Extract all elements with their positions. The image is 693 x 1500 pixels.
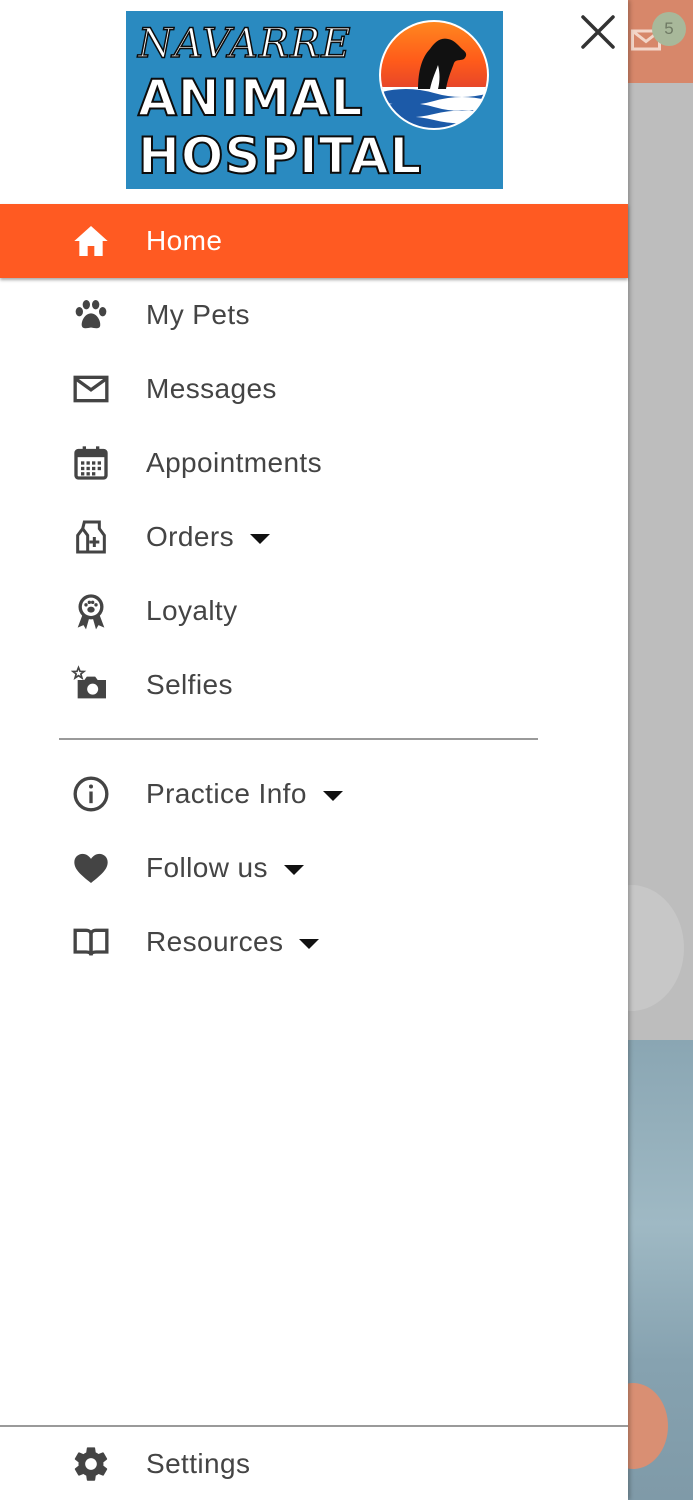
menu-label-loyalty: Loyalty [146,595,238,626]
close-icon[interactable] [576,10,620,54]
chevron-down-icon [249,533,270,544]
home-icon [70,220,112,262]
menu-item-messages[interactable]: Messages [0,352,628,426]
menu-item-practice-info[interactable]: Practice Info [0,757,628,831]
secondary-menu: Practice Info Follow us Resources [0,757,628,979]
hospital-logo: NAVARRE ANIMAL HOSPITAL [126,11,503,189]
camera-star-icon [70,664,112,706]
menu-label-my-pets: My Pets [146,299,250,330]
menu-label-home: Home [146,225,223,256]
chevron-down-icon [283,864,304,875]
chevron-down-icon [322,790,343,801]
dog-sunset-emblem-icon [379,20,489,130]
menu-item-appointments[interactable]: Appointments [0,426,628,500]
envelope-icon [70,368,112,410]
menu-item-my-pets[interactable]: My Pets [0,278,628,352]
logo-line-2: ANIMAL [137,68,364,128]
logo-line-1: NAVARRE [137,20,352,68]
chevron-down-icon [299,938,320,949]
book-icon [70,921,112,963]
main-menu: Home My Pets Messages Appointments Order… [0,204,628,722]
navigation-drawer: NAVARRE ANIMAL HOSPITAL Home My Pets Mes… [0,0,628,1500]
menu-item-orders[interactable]: Orders [0,500,628,574]
paw-icon [70,294,112,336]
info-icon [70,773,112,815]
menu-label-resources: Resources [146,926,320,958]
logo-line-3: HOSPITAL [137,126,423,186]
menu-item-follow-us[interactable]: Follow us [0,831,628,905]
menu-label-practice-info: Practice Info [146,778,343,810]
menu-label-selfies: Selfies [146,669,233,700]
paw-ribbon-icon [70,590,112,632]
menu-item-selfies[interactable]: Selfies [0,648,628,722]
heart-icon [70,847,112,889]
calendar-icon [70,442,112,484]
menu-label-appointments: Appointments [146,447,323,478]
menu-label-orders: Orders [146,521,270,553]
menu-item-loyalty[interactable]: Loyalty [0,574,628,648]
background-badge: 5 [652,12,686,46]
menu-label-settings: Settings [146,1447,251,1479]
medicine-bag-icon [70,516,112,558]
menu-item-home[interactable]: Home [0,204,628,278]
menu-divider [59,738,538,740]
menu-item-resources[interactable]: Resources [0,905,628,979]
menu-item-settings[interactable]: Settings [0,1427,628,1500]
menu-label-messages: Messages [146,373,277,404]
menu-label-follow-us: Follow us [146,852,304,884]
gear-icon [70,1443,112,1485]
